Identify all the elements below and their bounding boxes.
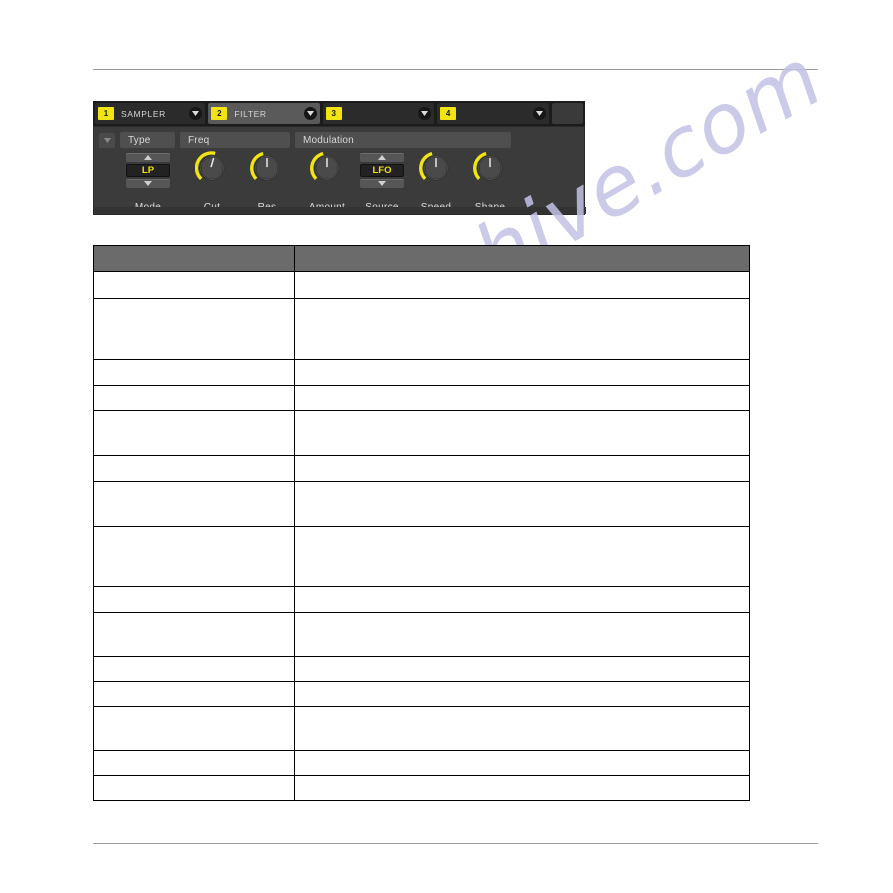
table-cell-name [93,410,295,456]
table-cell-description [294,271,750,299]
table-cell-description [294,706,750,751]
chevron-down-icon[interactable] [303,107,317,120]
table-cell-name [93,455,295,482]
plugin-slot-tab-strip: 1 SAMPLER 2 FILTER 3 4 [93,101,585,126]
table-cell-description [294,586,750,613]
table-body [93,271,750,801]
table-cell-name [93,385,295,411]
plugin-slot-tab-1[interactable]: 1 SAMPLER [95,103,206,124]
source-selector[interactable]: LFO [360,153,404,188]
triangle-down-icon[interactable] [126,179,170,188]
knob-amount[interactable] [310,151,344,185]
table-row [93,481,750,527]
mode-value[interactable]: LP [126,164,170,177]
table-row [93,271,750,299]
document-page: 1 SAMPLER 2 FILTER 3 4 Type Freq Modulat… [0,0,893,893]
table-row [93,359,750,386]
table-row [93,586,750,613]
table-row [93,526,750,587]
table-cell-name [93,271,295,299]
control-mode: LP Mode [118,151,178,213]
table-cell-name [93,681,295,707]
table-row [93,455,750,482]
table-header-cell-2 [294,245,750,272]
section-header-type: Type [120,132,175,148]
control-shape: Shape [460,151,520,213]
table-header-cell-1 [93,245,295,272]
table-row [93,385,750,411]
table-row [93,750,750,776]
table-row [93,775,750,801]
table-row [93,298,750,360]
parameter-page-chevron-down-icon[interactable] [99,132,115,148]
table-cell-description [294,681,750,707]
control-amount: Amount [297,151,357,213]
chevron-down-icon[interactable] [189,107,203,120]
control-res: Res [237,151,297,213]
slot-label: SAMPLER [121,108,166,119]
section-header-freq: Freq [180,132,290,148]
knob-res[interactable] [250,151,284,185]
table-cell-name [93,775,295,801]
control-source: LFO Source [352,151,412,213]
table-cell-description [294,481,750,527]
table-row [93,681,750,707]
table-cell-name [93,612,295,657]
table-cell-description [294,656,750,682]
plugin-parameter-area: Type Freq Modulation LP LFO [93,126,586,215]
table-cell-description [294,526,750,587]
table-cell-name [93,298,295,360]
footer-rule [93,843,818,844]
table-cell-name [93,750,295,776]
mode-selector[interactable]: LP [126,153,170,188]
table-cell-name [93,586,295,613]
plugin-slot-tab-3[interactable]: 3 [322,103,435,124]
table-cell-description [294,410,750,456]
table-cell-description [294,775,750,801]
table-cell-name [93,359,295,386]
table-cell-description [294,612,750,657]
table-cell-description [294,455,750,482]
table-cell-description [294,385,750,411]
slot-number-badge: 3 [325,107,342,120]
plugin-bottom-strip [94,207,586,214]
plugin-slot-tab-empty[interactable] [551,103,584,124]
parameter-section-bar: Type Freq Modulation [94,131,586,149]
chevron-down-icon[interactable] [532,107,546,120]
slot-number-badge: 1 [98,107,114,120]
knob-speed[interactable] [419,151,453,185]
table-header-row [93,245,750,272]
table-cell-description [294,359,750,386]
knob-cut[interactable] [195,151,229,185]
table-row [93,410,750,456]
plugin-slot-tab-4[interactable]: 4 [437,103,549,124]
table-cell-name [93,481,295,527]
slot-number-badge: 2 [211,107,228,120]
section-header-modulation: Modulation [295,132,511,148]
triangle-up-icon[interactable] [360,153,404,162]
chevron-down-icon[interactable] [418,107,432,120]
header-rule [93,69,818,70]
triangle-up-icon[interactable] [126,153,170,162]
parameter-controls-row: LP Mode [94,151,586,213]
table-cell-description [294,750,750,776]
table-cell-name [93,706,295,751]
knob-shape[interactable] [473,151,507,185]
table-cell-name [93,526,295,587]
table-cell-description [294,298,750,360]
source-value[interactable]: LFO [360,164,404,177]
parameter-reference-table [93,245,750,801]
plugin-screenshot: 1 SAMPLER 2 FILTER 3 4 Type Freq Modulat… [93,101,586,215]
slot-number-badge: 4 [440,107,457,120]
table-row [93,612,750,657]
table-row [93,656,750,682]
control-speed: Speed [406,151,466,213]
slot-label: FILTER [234,108,267,119]
triangle-down-icon[interactable] [360,179,404,188]
table-cell-name [93,656,295,682]
table-row [93,706,750,751]
control-cut: Cut [182,151,242,213]
plugin-slot-tab-2[interactable]: 2 FILTER [208,103,320,124]
